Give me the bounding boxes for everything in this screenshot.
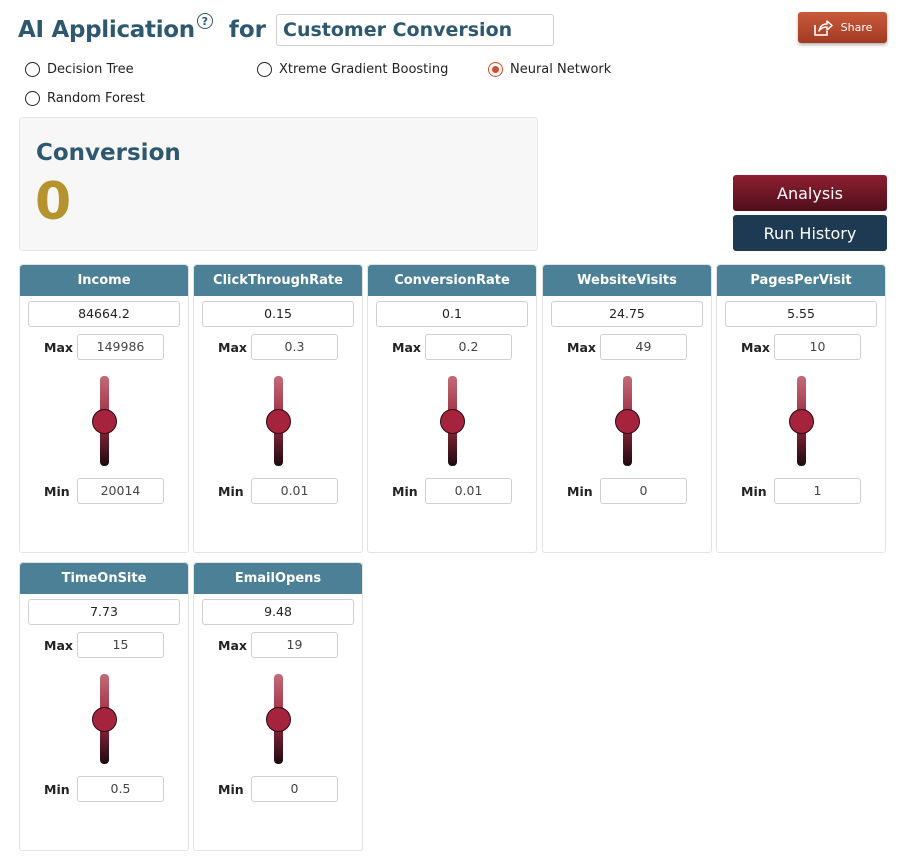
feature-name: Income	[20, 265, 188, 296]
max-input[interactable]: 0.3	[251, 334, 338, 360]
feature-card-conversionrate: ConversionRate 0.1 Max 0.2 Min 0.01	[367, 264, 537, 553]
max-label: Max	[44, 340, 73, 355]
radio-label: Neural Network	[510, 62, 612, 77]
feature-name: ClickThroughRate	[194, 265, 362, 296]
application-title-input[interactable]: Customer Conversion	[276, 14, 554, 46]
result-panel: Conversion 0	[19, 117, 538, 251]
min-input[interactable]: 0.5	[77, 776, 164, 802]
max-input[interactable]: 0.2	[425, 334, 512, 360]
slider-thumb[interactable]	[440, 409, 465, 434]
min-input[interactable]: 20014	[77, 478, 164, 504]
min-label: Min	[218, 782, 244, 797]
radio-random-forest[interactable]: Random Forest	[25, 91, 145, 106]
min-input[interactable]: 0.01	[425, 478, 512, 504]
min-label: Min	[218, 484, 244, 499]
feature-card-timeonsite: TimeOnSite 7.73 Max 15 Min 0.5	[19, 562, 189, 851]
help-icon[interactable]: ?	[196, 13, 213, 29]
slider-thumb[interactable]	[615, 409, 640, 434]
feature-card-clickthroughrate: ClickThroughRate 0.15 Max 0.3 Min 0.01	[193, 264, 363, 553]
feature-name: EmailOpens	[194, 563, 362, 594]
slider-thumb[interactable]	[789, 409, 814, 434]
min-input[interactable]: 0	[251, 776, 338, 802]
max-input[interactable]: 149986	[77, 334, 164, 360]
feature-card-pagespervisit: PagesPerVisit 5.55 Max 10 Min 1	[716, 264, 886, 553]
feature-card-income: Income 84664.2 Max 149986 Min 20014	[19, 264, 189, 553]
max-input[interactable]: 19	[251, 632, 338, 658]
radio-dot[interactable]	[257, 62, 272, 77]
radio-dot[interactable]	[25, 62, 40, 77]
feature-value-input[interactable]: 7.73	[28, 599, 180, 625]
max-label: Max	[392, 340, 421, 355]
app-title: AI Application	[18, 17, 195, 43]
analysis-button[interactable]: Analysis	[733, 175, 887, 211]
max-label: Max	[567, 340, 596, 355]
feature-value-input[interactable]: 0.15	[202, 301, 354, 327]
slider-thumb[interactable]	[266, 707, 291, 732]
max-label: Max	[218, 638, 247, 653]
radio-dot-selected[interactable]	[488, 62, 503, 77]
min-label: Min	[44, 782, 70, 797]
feature-card-websitevisits: WebsiteVisits 24.75 Max 49 Min 0	[542, 264, 712, 553]
share-label: Share	[840, 21, 873, 34]
min-input[interactable]: 0	[600, 478, 687, 504]
run-history-button[interactable]: Run History	[733, 215, 887, 251]
feature-value-input[interactable]: 84664.2	[28, 301, 180, 327]
max-label: Max	[218, 340, 247, 355]
feature-card-emailopens: EmailOpens 9.48 Max 19 Min 0	[193, 562, 363, 851]
slider-thumb[interactable]	[92, 707, 117, 732]
feature-name: TimeOnSite	[20, 563, 188, 594]
min-label: Min	[741, 484, 767, 499]
min-label: Min	[392, 484, 418, 499]
radio-xgboost[interactable]: Xtreme Gradient Boosting	[257, 62, 448, 77]
min-label: Min	[567, 484, 593, 499]
min-input[interactable]: 0.01	[251, 478, 338, 504]
radio-decision-tree[interactable]: Decision Tree	[25, 62, 134, 77]
max-label: Max	[44, 638, 73, 653]
slider-thumb[interactable]	[92, 409, 117, 434]
share-button[interactable]: Share	[798, 12, 887, 43]
feature-value-input[interactable]: 5.55	[725, 301, 877, 327]
feature-name: ConversionRate	[368, 265, 536, 296]
min-input[interactable]: 1	[774, 478, 861, 504]
feature-name: PagesPerVisit	[717, 265, 885, 296]
slider-thumb[interactable]	[266, 409, 291, 434]
for-label: for	[228, 17, 267, 43]
max-input[interactable]: 49	[600, 334, 687, 360]
radio-label: Xtreme Gradient Boosting	[279, 62, 449, 77]
max-input[interactable]: 10	[774, 334, 861, 360]
header: AI Application ? for	[18, 12, 266, 48]
result-value: 0	[35, 172, 72, 232]
max-label: Max	[741, 340, 770, 355]
feature-value-input[interactable]: 9.48	[202, 599, 354, 625]
feature-value-input[interactable]: 24.75	[551, 301, 703, 327]
max-input[interactable]: 15	[77, 632, 164, 658]
feature-name: WebsiteVisits	[543, 265, 711, 296]
feature-value-input[interactable]: 0.1	[376, 301, 528, 327]
radio-dot[interactable]	[25, 91, 40, 106]
share-icon	[813, 19, 833, 36]
radio-label: Decision Tree	[47, 62, 134, 77]
radio-neural-network[interactable]: Neural Network	[488, 62, 611, 77]
result-label: Conversion	[36, 140, 181, 166]
min-label: Min	[44, 484, 70, 499]
radio-label: Random Forest	[47, 91, 145, 106]
